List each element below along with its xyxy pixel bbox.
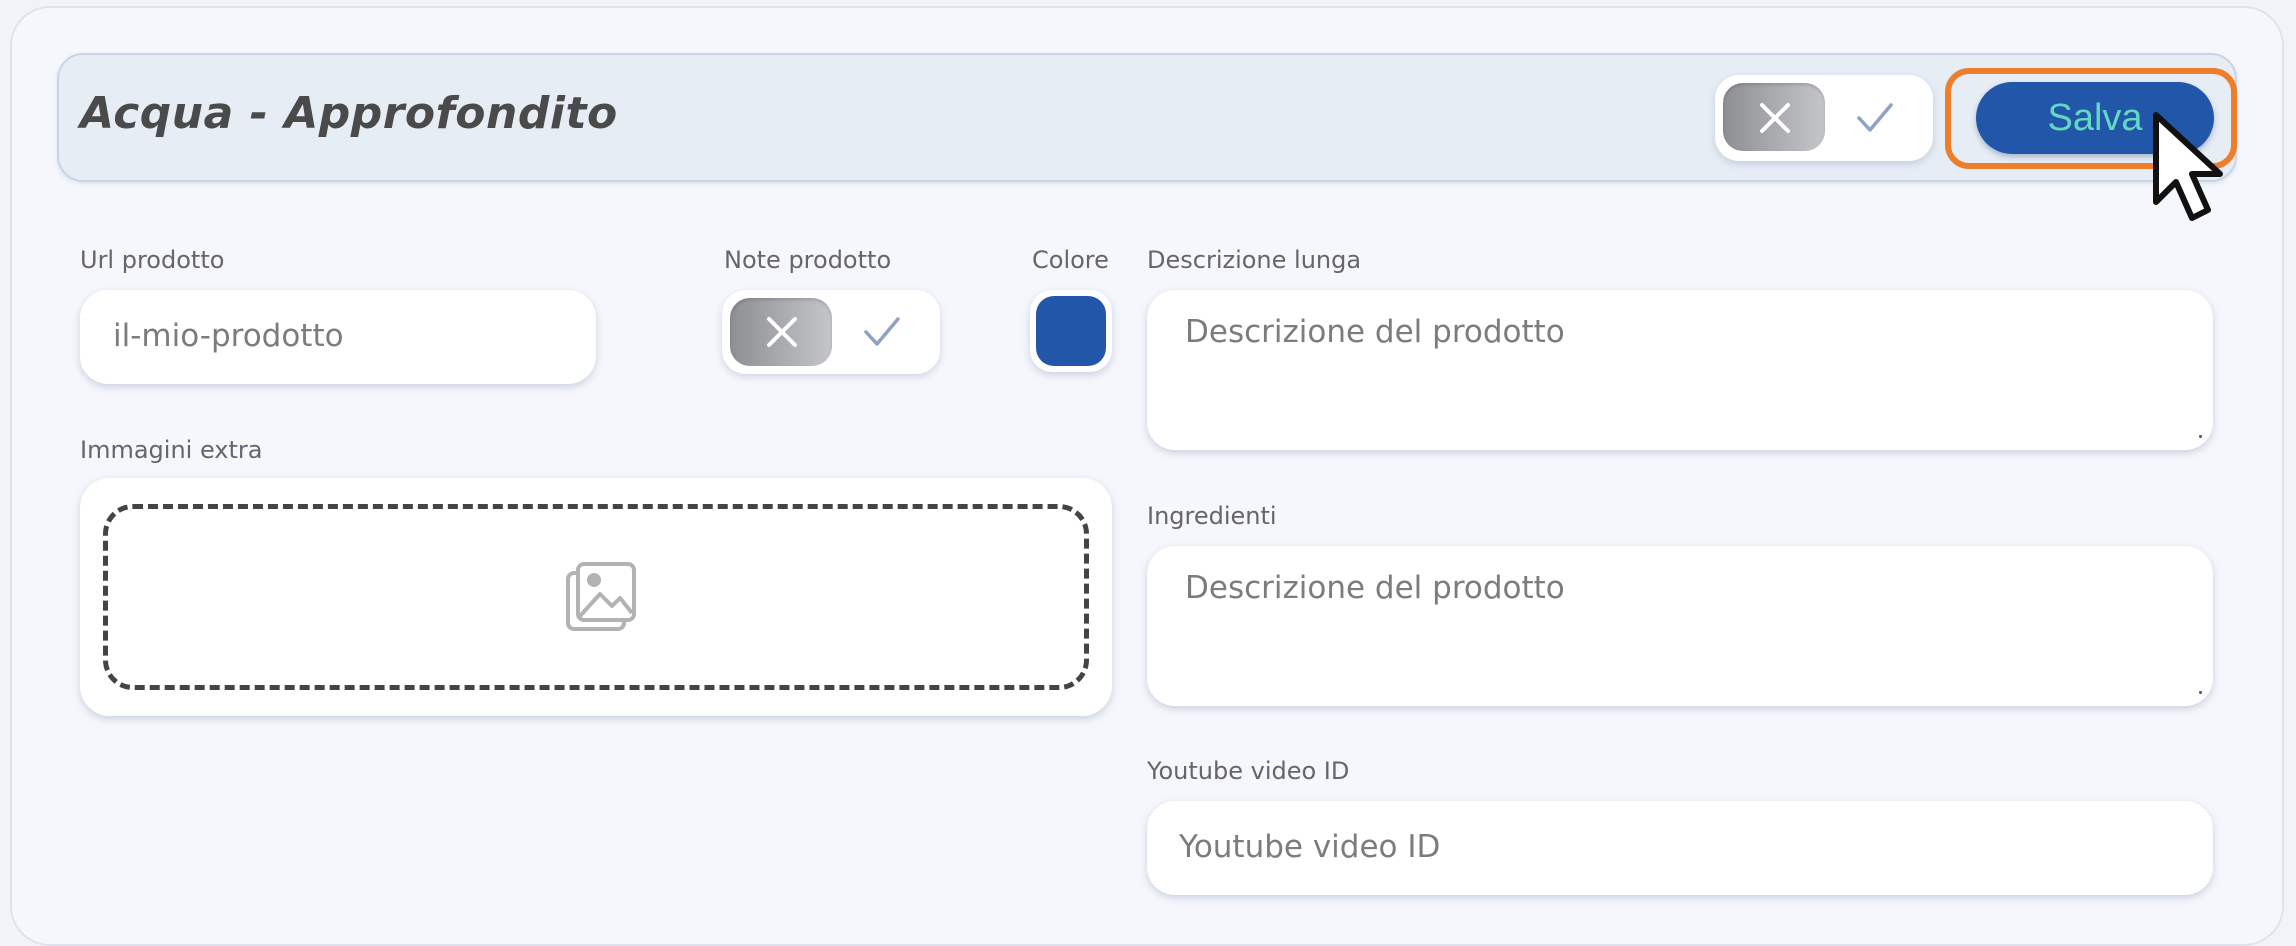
resize-handle[interactable] <box>2199 435 2202 438</box>
mouse-pointer-icon <box>2153 112 2223 221</box>
ingredients-placeholder: Descrizione del prodotto <box>1185 570 1565 606</box>
url-value: il-mio-prodotto <box>113 318 344 354</box>
check-icon <box>1857 103 1893 132</box>
long-description-textarea[interactable]: Descrizione del prodotto <box>1147 290 2213 450</box>
close-icon <box>767 317 797 347</box>
image-dropzone[interactable] <box>103 504 1089 690</box>
extra-images-card <box>80 478 1112 716</box>
ingredients-label: Ingredienti <box>1147 502 1277 530</box>
header-visibility-toggle[interactable] <box>1715 75 1933 161</box>
url-input[interactable]: il-mio-prodotto <box>80 290 596 384</box>
youtube-input[interactable]: Youtube video ID <box>1147 801 2213 895</box>
url-label: Url prodotto <box>80 246 225 274</box>
color-label: Colore <box>1032 246 1109 274</box>
youtube-label: Youtube video ID <box>1147 757 1350 785</box>
note-toggle[interactable] <box>722 290 940 374</box>
note-label: Note prodotto <box>724 246 892 274</box>
youtube-placeholder: Youtube video ID <box>1179 829 1441 865</box>
ingredients-textarea[interactable]: Descrizione del prodotto <box>1147 546 2213 706</box>
long-description-placeholder: Descrizione del prodotto <box>1185 314 1565 350</box>
image-icon <box>566 562 636 631</box>
long-description-label: Descrizione lunga <box>1147 246 1362 274</box>
resize-handle[interactable] <box>2199 691 2202 694</box>
color-picker[interactable] <box>1030 290 1112 372</box>
page-title: Acqua - Approfondito <box>80 88 618 139</box>
extra-images-label: Immagini extra <box>80 436 263 464</box>
close-icon <box>1760 103 1790 133</box>
check-icon <box>864 317 900 346</box>
color-swatch-fill <box>1036 296 1106 366</box>
